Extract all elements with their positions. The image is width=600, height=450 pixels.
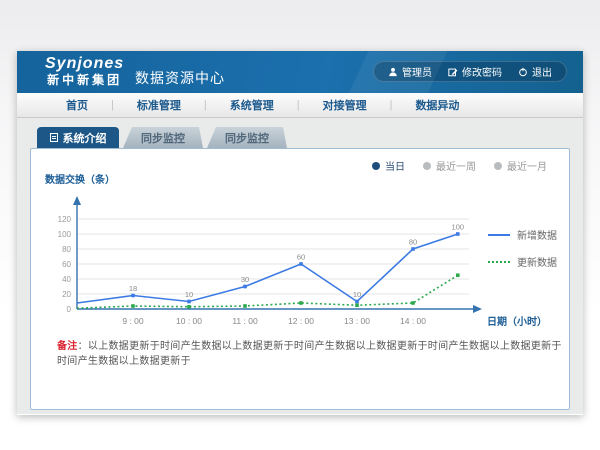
logo-text-cn: 新中新集团: [45, 73, 124, 87]
tab-system-intro[interactable]: 系统介绍: [37, 127, 119, 148]
legend-label: 新增数据: [517, 227, 557, 242]
nav-item-data-change[interactable]: 数据异动: [392, 97, 482, 113]
svg-text:9 : 00: 9 : 00: [122, 316, 144, 326]
user-controls: 管理员 修改密码 退出: [373, 61, 567, 82]
tab-label: 系统介绍: [63, 130, 107, 146]
legend-item-updated-data: 更新数据: [488, 254, 557, 269]
time-range-selector: 当日 最近一周 最近一月: [372, 158, 547, 173]
svg-text:60: 60: [297, 253, 305, 262]
tab-bar: 系统介绍 同步监控 同步监控: [37, 127, 287, 148]
svg-text:120: 120: [58, 215, 72, 224]
power-icon: [518, 67, 528, 77]
footnote-text: ：以上数据更新于时间产生数据以上数据更新于时间产生数据以上数据更新于时间产生数据…: [57, 341, 562, 367]
content-area: 系统介绍 同步监控 同步监控 当日 最近一周: [17, 118, 583, 414]
svg-text:100: 100: [452, 223, 465, 232]
svg-text:11 : 00: 11 : 00: [232, 316, 258, 326]
y-axis-title: 数据交换（条）: [45, 171, 115, 186]
svg-text:80: 80: [409, 238, 417, 247]
chart-panel: 当日 最近一周 最近一月 数据交换（条） 0 20 40 60 80 100 120 9 : …: [30, 148, 570, 410]
solid-line-swatch-icon: [488, 234, 510, 236]
edit-icon: [448, 67, 458, 77]
main-nav: 首页 | 标准管理 | 系统管理 | 对接管理 | 数据异动: [17, 93, 583, 118]
radio-last-week[interactable]: 最近一周: [423, 158, 476, 173]
svg-text:40: 40: [62, 275, 71, 284]
logout-button[interactable]: 退出: [518, 64, 552, 79]
footnote-label: 备注: [57, 341, 78, 352]
svg-text:100: 100: [58, 230, 72, 239]
radio-label: 最近一月: [507, 158, 547, 173]
change-password-button[interactable]: 修改密码: [448, 64, 502, 79]
svg-text:30: 30: [241, 275, 249, 284]
svg-text:14 : 00: 14 : 00: [400, 316, 426, 326]
svg-text:13 : 00: 13 : 00: [344, 316, 370, 326]
svg-text:18: 18: [129, 284, 137, 293]
logout-label: 退出: [532, 64, 552, 79]
document-icon: [50, 133, 58, 142]
svg-text:60: 60: [62, 260, 71, 269]
nav-item-home[interactable]: 首页: [43, 97, 111, 113]
legend-label: 更新数据: [517, 254, 557, 269]
svg-text:12 : 00: 12 : 00: [288, 316, 314, 326]
page-title: 数据资源中心: [135, 68, 225, 88]
tab-label: 同步监控: [225, 130, 269, 146]
logo-text-en: Synjones: [45, 55, 124, 73]
svg-text:日期（小时）: 日期（小时）: [487, 315, 547, 328]
company-logo: Synjones 新中新集团: [45, 55, 124, 87]
user-icon: [388, 67, 398, 77]
svg-text:10: 10: [185, 290, 193, 299]
radio-last-month[interactable]: 最近一月: [494, 158, 547, 173]
user-label: 管理员: [402, 64, 432, 79]
nav-item-interface-mgmt[interactable]: 对接管理: [300, 97, 390, 113]
svg-text:80: 80: [62, 245, 71, 254]
svg-text:0: 0: [67, 305, 72, 314]
series-legend: 新增数据 更新数据: [488, 227, 557, 269]
svg-text:20: 20: [62, 290, 71, 299]
tab-sync-monitor-2[interactable]: 同步监控: [207, 127, 287, 148]
tab-sync-monitor-1[interactable]: 同步监控: [123, 127, 203, 148]
radio-today[interactable]: 当日: [372, 158, 405, 173]
footnote: 备注：以上数据更新于时间产生数据以上数据更新于时间产生数据以上数据更新于时间产生…: [57, 337, 569, 367]
nav-item-standard-mgmt[interactable]: 标准管理: [114, 97, 204, 113]
svg-text:10 : 00: 10 : 00: [176, 316, 202, 326]
radio-label: 最近一周: [436, 158, 476, 173]
radio-dot-icon: [494, 162, 502, 170]
legend-item-new-data: 新增数据: [488, 227, 557, 242]
tab-label: 同步监控: [141, 130, 185, 146]
change-password-label: 修改密码: [462, 64, 502, 79]
radio-dot-icon: [423, 162, 431, 170]
radio-label: 当日: [385, 158, 405, 173]
radio-dot-icon: [372, 162, 380, 170]
user-menu-button[interactable]: 管理员: [388, 64, 432, 79]
dotted-line-swatch-icon: [488, 261, 510, 263]
nav-item-system-mgmt[interactable]: 系统管理: [207, 97, 297, 113]
svg-text:10: 10: [353, 290, 361, 299]
app-window: Synjones 新中新集团 数据资源中心 管理员 修改密码 退出 首页 | 标…: [17, 51, 583, 415]
app-header: Synjones 新中新集团 数据资源中心 管理员 修改密码 退出: [17, 51, 583, 93]
